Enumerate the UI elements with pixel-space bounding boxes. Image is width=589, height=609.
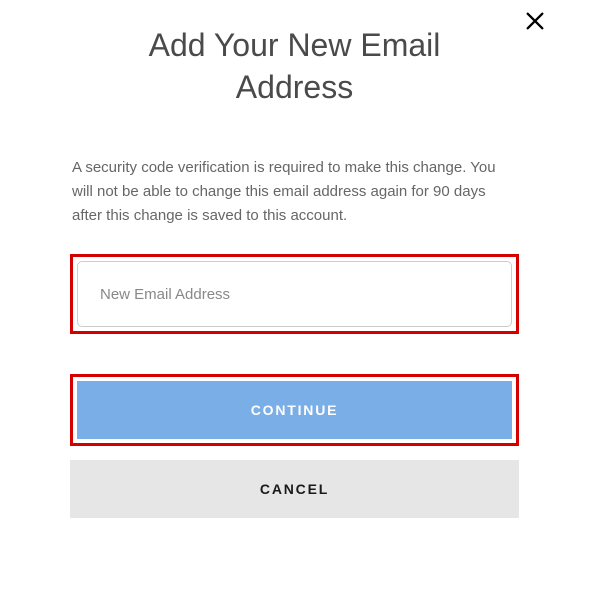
email-input-highlight xyxy=(70,254,519,334)
close-button[interactable] xyxy=(521,8,549,36)
modal-title: Add Your New Email Address xyxy=(70,25,519,108)
continue-button[interactable]: CONTINUE xyxy=(77,381,512,439)
cancel-button[interactable]: CANCEL xyxy=(70,460,519,518)
security-description: A security code verification is required… xyxy=(70,156,519,228)
close-icon xyxy=(524,10,546,35)
new-email-input[interactable] xyxy=(77,261,512,327)
continue-button-highlight: CONTINUE xyxy=(70,374,519,446)
